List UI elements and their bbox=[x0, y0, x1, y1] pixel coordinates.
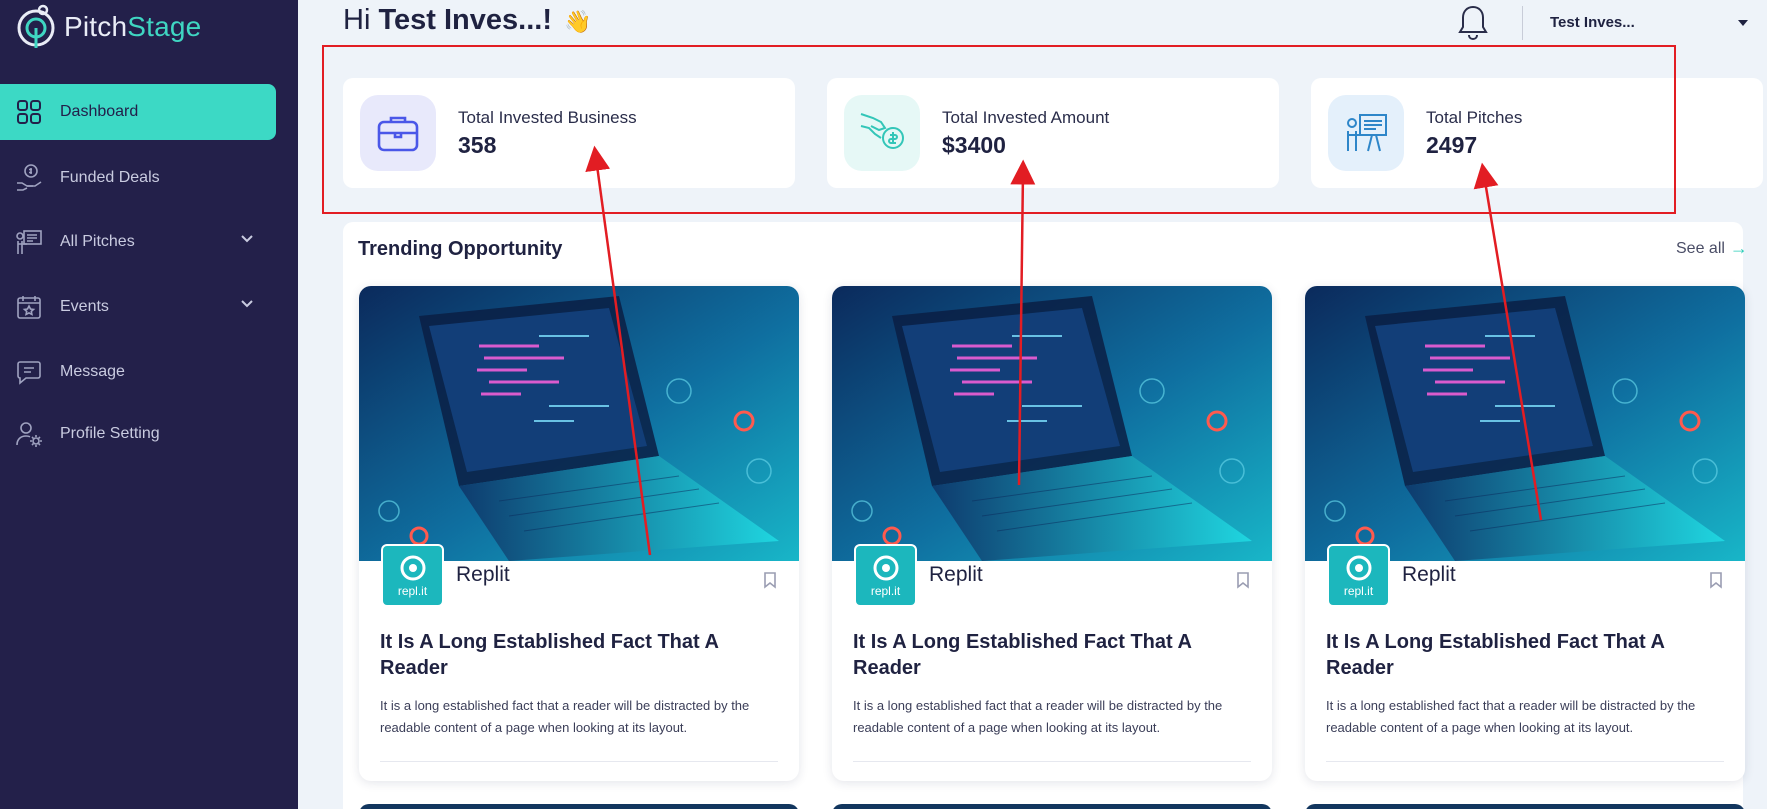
caret-down-icon[interactable] bbox=[1738, 20, 1748, 26]
company-logo: repl.it bbox=[381, 544, 444, 607]
company-name: Replit bbox=[1402, 563, 1456, 586]
sidebar-item-all-pitches[interactable]: All Pitches bbox=[0, 214, 276, 270]
laptop-code-image bbox=[359, 286, 799, 561]
section-title: Trending Opportunity bbox=[358, 238, 563, 260]
sidebar-item-label: Message bbox=[60, 363, 125, 380]
chevron-down-icon[interactable] bbox=[240, 299, 254, 309]
card-divider bbox=[1326, 761, 1724, 762]
sidebar-item-message[interactable]: Message bbox=[0, 344, 276, 400]
money-hand-icon bbox=[844, 95, 920, 171]
laptop-code-image bbox=[832, 286, 1272, 561]
opportunity-card-peek bbox=[1305, 804, 1745, 809]
card-title[interactable]: It Is A Long Established Fact That A Rea… bbox=[853, 629, 1253, 681]
presentation-icon bbox=[1328, 95, 1404, 171]
stat-value: $3400 bbox=[942, 132, 1006, 158]
user-gear-icon bbox=[14, 419, 44, 449]
calendar-icon bbox=[14, 292, 44, 322]
company-name: Replit bbox=[929, 563, 983, 586]
logo-icon bbox=[17, 4, 55, 48]
opportunity-card[interactable]: repl.it Replit It Is A Long Established … bbox=[359, 286, 799, 781]
money-hand-icon bbox=[14, 163, 44, 193]
presentation-icon bbox=[14, 227, 44, 257]
sidebar: PitchStage Dashboard Funded Deals All Pi… bbox=[0, 0, 298, 809]
replit-logo-icon bbox=[400, 555, 425, 580]
opportunity-card-peek bbox=[832, 804, 1272, 809]
bell-icon[interactable] bbox=[1456, 4, 1490, 42]
bookmark-icon[interactable] bbox=[1709, 571, 1723, 589]
see-all-link[interactable]: See all → bbox=[1676, 238, 1748, 259]
card-title[interactable]: It Is A Long Established Fact That A Rea… bbox=[380, 629, 780, 681]
page-greeting: Hi Test Inves...! 👋 bbox=[343, 4, 592, 36]
sidebar-item-label: Funded Deals bbox=[60, 169, 160, 186]
logo-text: PitchStage bbox=[64, 11, 202, 42]
company-logo: repl.it bbox=[854, 544, 917, 607]
briefcase-icon bbox=[360, 95, 436, 171]
logo[interactable]: PitchStage bbox=[14, 2, 201, 52]
stat-label: Total Pitches bbox=[1426, 108, 1523, 127]
card-description: It is a long established fact that a rea… bbox=[1326, 698, 1696, 735]
sidebar-item-funded-deals[interactable]: Funded Deals bbox=[0, 150, 276, 206]
sidebar-item-label: Profile Setting bbox=[60, 425, 160, 442]
stat-card-total-pitches: Total Pitches 2497 bbox=[1311, 78, 1763, 188]
stat-card-total-invested-amount: Total Invested Amount $3400 bbox=[827, 78, 1279, 188]
stat-card-total-invested-business: Total Invested Business 358 bbox=[343, 78, 795, 188]
card-divider bbox=[853, 761, 1251, 762]
opportunity-card-peek bbox=[359, 804, 799, 809]
card-title[interactable]: It Is A Long Established Fact That A Rea… bbox=[1326, 629, 1726, 681]
card-description: It is a long established fact that a rea… bbox=[853, 698, 1223, 735]
card-divider bbox=[380, 761, 778, 762]
opportunity-card[interactable]: repl.it Replit It Is A Long Established … bbox=[1305, 286, 1745, 781]
stat-value: 2497 bbox=[1426, 132, 1478, 158]
sidebar-item-profile-setting[interactable]: Profile Setting bbox=[0, 406, 276, 462]
bookmark-icon[interactable] bbox=[1236, 571, 1250, 589]
laptop-code-image bbox=[1305, 286, 1745, 561]
card-description: It is a long established fact that a rea… bbox=[380, 698, 750, 735]
replit-logo-icon bbox=[873, 555, 898, 580]
user-menu-name[interactable]: Test Inves... bbox=[1550, 14, 1635, 31]
chevron-down-icon[interactable] bbox=[240, 234, 254, 244]
greeting-name: Test Inves...! bbox=[378, 4, 552, 36]
sidebar-item-label: All Pitches bbox=[60, 233, 135, 250]
stat-value: 358 bbox=[458, 132, 497, 158]
header-divider bbox=[1522, 6, 1523, 40]
sidebar-item-label: Events bbox=[60, 298, 109, 315]
sidebar-item-label: Dashboard bbox=[60, 103, 139, 120]
wave-emoji: 👋 bbox=[564, 9, 592, 34]
replit-logo-icon bbox=[1346, 555, 1371, 580]
sidebar-item-events[interactable]: Events bbox=[0, 279, 276, 335]
company-logo: repl.it bbox=[1327, 544, 1390, 607]
company-name: Replit bbox=[456, 563, 510, 586]
message-icon bbox=[14, 357, 44, 387]
stat-label: Total Invested Business bbox=[458, 108, 637, 127]
bookmark-icon[interactable] bbox=[763, 571, 777, 589]
opportunity-card[interactable]: repl.it Replit It Is A Long Established … bbox=[832, 286, 1272, 781]
stat-label: Total Invested Amount bbox=[942, 108, 1110, 127]
sidebar-item-dashboard[interactable]: Dashboard bbox=[0, 84, 276, 140]
grid-icon bbox=[14, 97, 44, 127]
arrow-right-icon: → bbox=[1729, 238, 1748, 258]
